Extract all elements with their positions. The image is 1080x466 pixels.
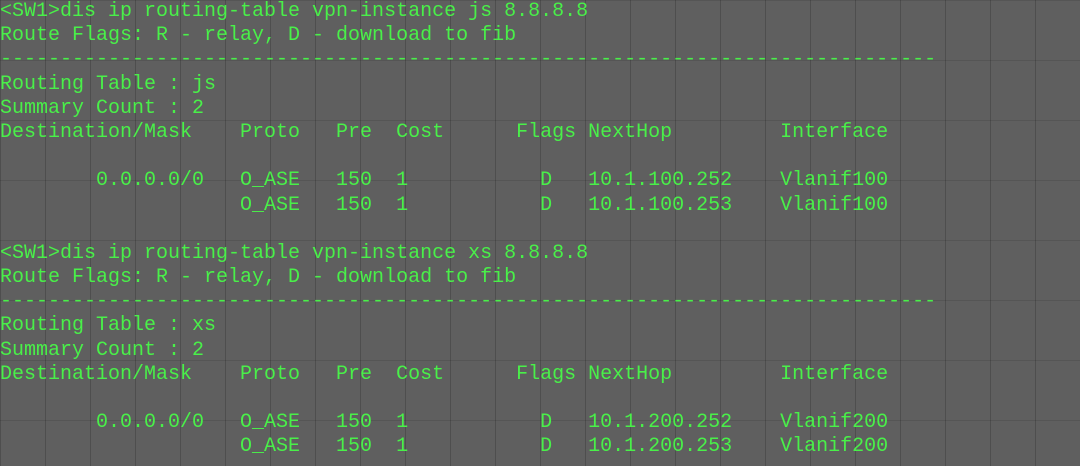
command-line: <SW1>dis ip routing-table vpn-instance x… (0, 241, 589, 265)
table-row: O_ASE 150 1 D 10.1.100.253 Vlanif100 (0, 193, 889, 217)
route-flags-legend: Route Flags: R - relay, D - download to … (0, 24, 517, 48)
separator-line: ----------------------------------------… (0, 48, 937, 72)
routing-table-name: Routing Table : xs (0, 314, 217, 338)
summary-count: Summary Count : 2 (0, 96, 205, 120)
table-header: Destination/Mask Proto Pre Cost Flags Ne… (0, 120, 889, 144)
table-row: O_ASE 150 1 D 10.1.200.253 Vlanif200 (0, 435, 889, 459)
command-line: <SW1>dis ip routing-table vpn-instance j… (0, 0, 589, 23)
table-header: Destination/Mask Proto Pre Cost Flags Ne… (0, 362, 889, 386)
terminal-window[interactable]: <SW1>dis ip routing-table vpn-instance j… (0, 0, 1080, 466)
separator-line: ----------------------------------------… (0, 290, 937, 314)
route-flags-legend: Route Flags: R - relay, D - download to … (0, 266, 517, 290)
routing-table-name: Routing Table : js (0, 72, 217, 96)
table-row: 0.0.0.0/0 O_ASE 150 1 D 10.1.100.252 Vla… (0, 169, 889, 193)
summary-count: Summary Count : 2 (0, 338, 205, 362)
table-row: 0.0.0.0/0 O_ASE 150 1 D 10.1.200.252 Vla… (0, 411, 889, 435)
